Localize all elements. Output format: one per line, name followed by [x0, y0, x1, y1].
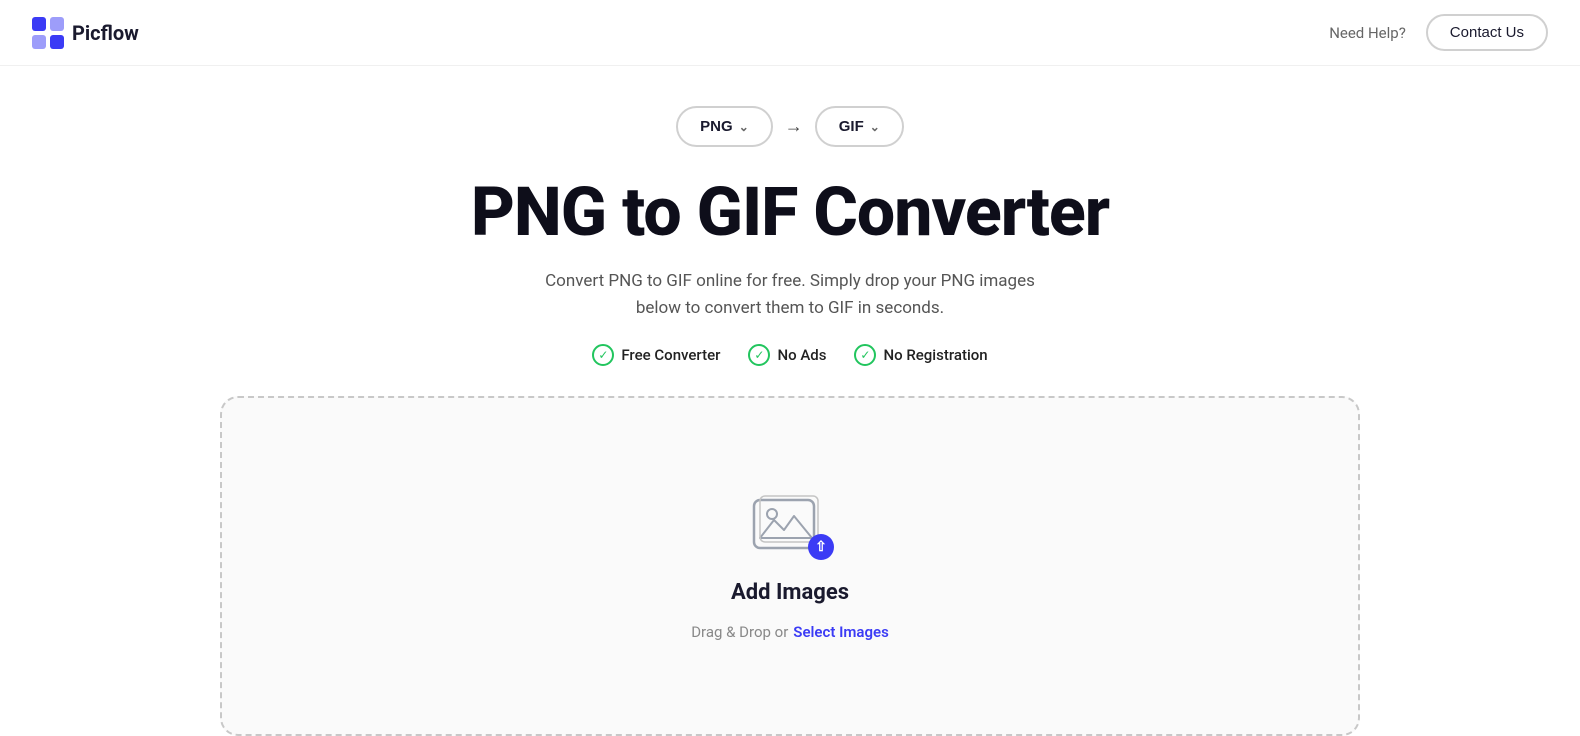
drop-hint: Drag & Drop or Select Images — [691, 623, 889, 641]
nav-right: Need Help? Contact Us — [1329, 14, 1548, 51]
navbar: Picflow Need Help? Contact Us — [0, 0, 1580, 66]
dropzone[interactable]: ⇧ Add Images Drag & Drop or Select Image… — [220, 396, 1360, 736]
upload-plus-badge: ⇧ — [808, 534, 834, 560]
upload-icon-wrap: ⇧ — [750, 492, 830, 562]
to-format-button[interactable]: GIF ⌄ — [815, 106, 904, 147]
badge-free-converter: ✓ Free Converter — [592, 344, 720, 366]
page-title: PNG to GIF Converter — [471, 175, 1109, 250]
from-format-button[interactable]: PNG ⌄ — [676, 106, 773, 147]
badge-no-ads: ✓ No Ads — [748, 344, 826, 366]
page-subtitle: Convert PNG to GIF online for free. Simp… — [530, 268, 1050, 322]
from-format-chevron-icon: ⌄ — [739, 120, 749, 134]
from-format-label: PNG — [700, 118, 733, 135]
badge-ads-label: No Ads — [777, 346, 826, 364]
check-icon-ads: ✓ — [748, 344, 770, 366]
to-format-chevron-icon: ⌄ — [870, 120, 880, 134]
drag-drop-text: Drag & Drop or — [691, 623, 788, 641]
need-help-text: Need Help? — [1329, 24, 1406, 42]
select-images-link[interactable]: Select Images — [793, 623, 889, 641]
badge-no-registration: ✓ No Registration — [854, 344, 987, 366]
check-icon-free: ✓ — [592, 344, 614, 366]
add-images-label: Add Images — [731, 580, 849, 605]
badge-registration-label: No Registration — [883, 346, 987, 364]
picflow-logo-icon — [32, 17, 64, 49]
badge-free-label: Free Converter — [621, 346, 720, 364]
format-arrow-icon: → — [785, 116, 803, 137]
logo[interactable]: Picflow — [32, 17, 139, 49]
feature-badges: ✓ Free Converter ✓ No Ads ✓ No Registrat… — [592, 344, 987, 366]
format-selector: PNG ⌄ → GIF ⌄ — [676, 106, 904, 147]
check-icon-registration: ✓ — [854, 344, 876, 366]
main-content: PNG ⌄ → GIF ⌄ PNG to GIF Converter Conve… — [0, 66, 1580, 736]
logo-text: Picflow — [72, 21, 139, 45]
to-format-label: GIF — [839, 118, 864, 135]
contact-us-button[interactable]: Contact Us — [1426, 14, 1548, 51]
